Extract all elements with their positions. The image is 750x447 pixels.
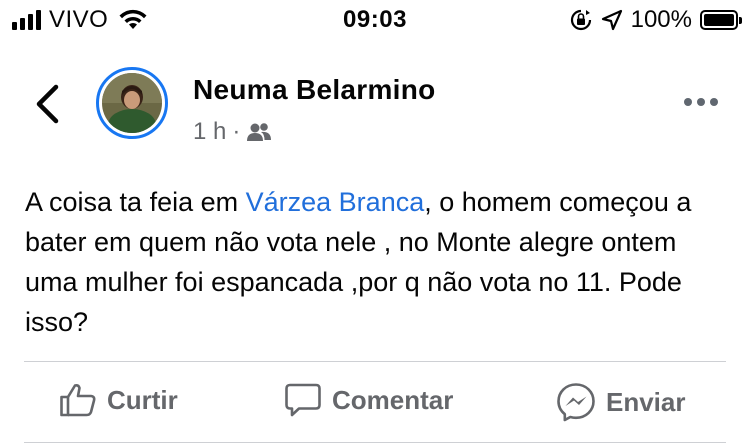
action-bar: Curtir Comentar Enviar [24, 362, 726, 442]
thumbs-up-icon [60, 383, 96, 417]
send-button[interactable]: Enviar [556, 382, 686, 422]
friends-icon[interactable] [246, 121, 272, 143]
battery-percentage: 100% [630, 6, 692, 33]
more-options-button[interactable] [684, 98, 718, 106]
post-text-start: A coisa ta feia em [25, 187, 246, 217]
location-arrow-icon [601, 9, 622, 31]
meta-separator: · [232, 118, 241, 145]
avatar[interactable] [96, 67, 168, 139]
comment-icon [285, 383, 321, 417]
send-label: Enviar [606, 386, 686, 417]
messenger-icon [557, 383, 595, 422]
post-timestamp[interactable]: 1 h [193, 118, 226, 146]
like-label: Curtir [107, 384, 178, 415]
post-text: A coisa ta feia em Várzea Branca, o home… [25, 182, 725, 342]
rotation-lock-icon [570, 9, 591, 31]
like-button[interactable]: Curtir [59, 382, 178, 418]
comment-button[interactable]: Comentar [284, 382, 453, 418]
battery-icon [700, 10, 742, 30]
profile-photo [102, 73, 162, 133]
divider-bottom [24, 442, 726, 443]
post-meta: 1 h · [193, 118, 272, 146]
status-bar: VIVO 09:03 100% [0, 0, 750, 40]
status-bar-right: 100% [569, 6, 742, 34]
author-name[interactable]: Neuma Belarmino [193, 74, 436, 106]
comment-label: Comentar [332, 384, 454, 415]
back-button[interactable] [30, 82, 64, 126]
place-link[interactable]: Várzea Branca [246, 187, 425, 217]
